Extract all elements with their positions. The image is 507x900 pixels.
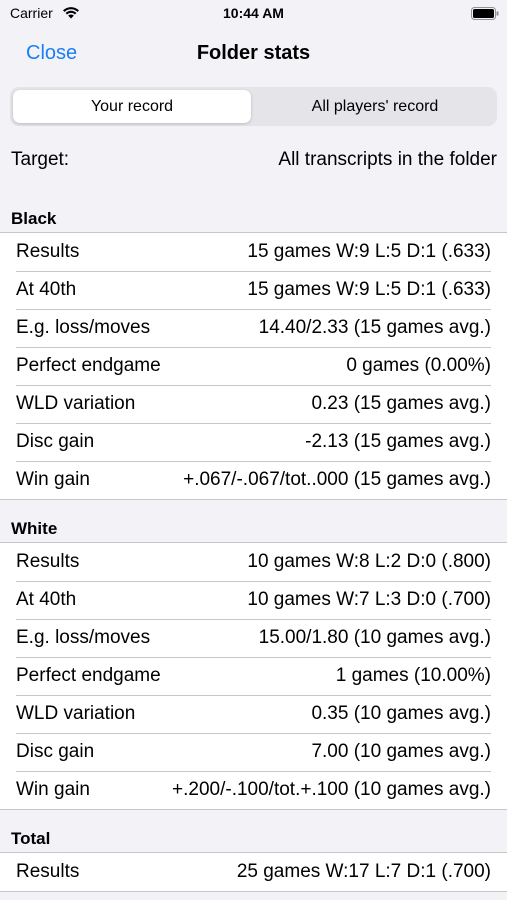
stat-value: 14.40/2.33 (15 games avg.) [258,317,491,338]
stat-row-disc-gain: Disc gain 7.00 (10 games avg.) [0,733,507,771]
status-bar: Carrier 10:44 AM [0,0,507,26]
segment-all-players-record[interactable]: All players' record [256,90,494,123]
stat-label: At 40th [16,589,77,610]
stat-value: -2.13 (15 games avg.) [305,431,491,452]
stat-label: Perfect endgame [16,665,161,686]
stat-label: WLD variation [16,393,136,414]
stat-row-perfect-endgame: Perfect endgame 0 games (0.00%) [0,347,507,385]
stats-list: Results 15 games W:9 L:5 D:1 (.633) At 40… [0,232,507,500]
section-title: White [11,519,58,538]
section-total: Total Results 25 games W:17 L:7 D:1 (.700… [0,815,507,892]
status-time: 10:44 AM [223,5,284,21]
stat-value: 10 games W:8 L:2 D:0 (.800) [247,551,491,572]
segment-your-record[interactable]: Your record [13,90,251,123]
stat-value: 25 games W:17 L:7 D:1 (.700) [236,861,491,882]
stat-value: 0.23 (15 games avg.) [311,393,491,414]
stat-row-wld-variation: WLD variation 0.23 (15 games avg.) [0,385,507,423]
section-white: White Results 10 games W:8 L:2 D:0 (.800)… [0,505,507,810]
stat-row-at-40th: At 40th 10 games W:7 L:3 D:0 (.700) [0,581,507,619]
stat-label: Results [16,241,80,262]
stat-label: Win gain [16,469,90,490]
stat-row-at-40th: At 40th 15 games W:9 L:5 D:1 (.633) [0,271,507,309]
section-black: Black Results 15 games W:9 L:5 D:1 (.633)… [0,195,507,500]
stat-value: 0.35 (10 games avg.) [311,703,491,724]
stat-row-results: Results 25 games W:17 L:7 D:1 (.700) [0,853,507,891]
stat-label: Disc gain [16,741,95,762]
stat-row-win-gain: Win gain +.067/-.067/tot..000 (15 games a… [0,461,507,499]
target-value: All transcripts in the folder [278,149,497,170]
stats-list: Results 25 games W:17 L:7 D:1 (.700) [0,852,507,892]
stat-label: Results [16,861,80,882]
stat-value: +.200/-.100/tot.+.100 (10 games avg.) [172,779,491,800]
stat-value: 15 games W:9 L:5 D:1 (.633) [247,241,491,262]
stat-value: 0 games (0.00%) [346,355,491,376]
target-label: Target: [11,149,70,170]
stat-row-win-gain: Win gain +.200/-.100/tot.+.100 (10 games … [0,771,507,809]
stat-label: Win gain [16,779,90,800]
stat-label: E.g. loss/moves [16,317,151,338]
stat-value: 15 games W:9 L:5 D:1 (.633) [247,279,491,300]
battery-icon [471,7,499,25]
stat-label: Results [16,551,80,572]
stat-label: WLD variation [16,703,136,724]
stat-label: E.g. loss/moves [16,627,151,648]
stat-row-eg-loss-moves: E.g. loss/moves 14.40/2.33 (15 games avg.… [0,309,507,347]
stat-label: Disc gain [16,431,95,452]
stat-value: 7.00 (10 games avg.) [311,741,491,762]
stat-row-disc-gain: Disc gain -2.13 (15 games avg.) [0,423,507,461]
stat-value: 15.00/1.80 (10 games avg.) [258,627,491,648]
stat-value: 10 games W:7 L:3 D:0 (.700) [247,589,491,610]
stat-value: +.067/-.067/tot..000 (15 games avg.) [183,469,491,490]
stat-row-wld-variation: WLD variation 0.35 (10 games avg.) [0,695,507,733]
stat-row-results: Results 15 games W:9 L:5 D:1 (.633) [0,233,507,271]
stat-row-perfect-endgame: Perfect endgame 1 games (10.00%) [0,657,507,695]
section-title: Total [11,829,51,848]
navigation-bar: Close Folder stats [0,26,507,78]
section-title: Black [11,209,57,228]
stat-row-eg-loss-moves: E.g. loss/moves 15.00/1.80 (10 games avg.… [0,619,507,657]
target-row: Target: All transcripts in the folder [0,146,507,176]
stat-label: At 40th [16,279,77,300]
stat-label: Perfect endgame [16,355,161,376]
record-segmented-control: Your record All players' record [10,87,497,126]
stats-list: Results 10 games W:8 L:2 D:0 (.800) At 40… [0,542,507,810]
page-title: Folder stats [196,42,311,64]
stat-value: 1 games (10.00%) [335,665,491,686]
stat-row-results: Results 10 games W:8 L:2 D:0 (.800) [0,543,507,581]
